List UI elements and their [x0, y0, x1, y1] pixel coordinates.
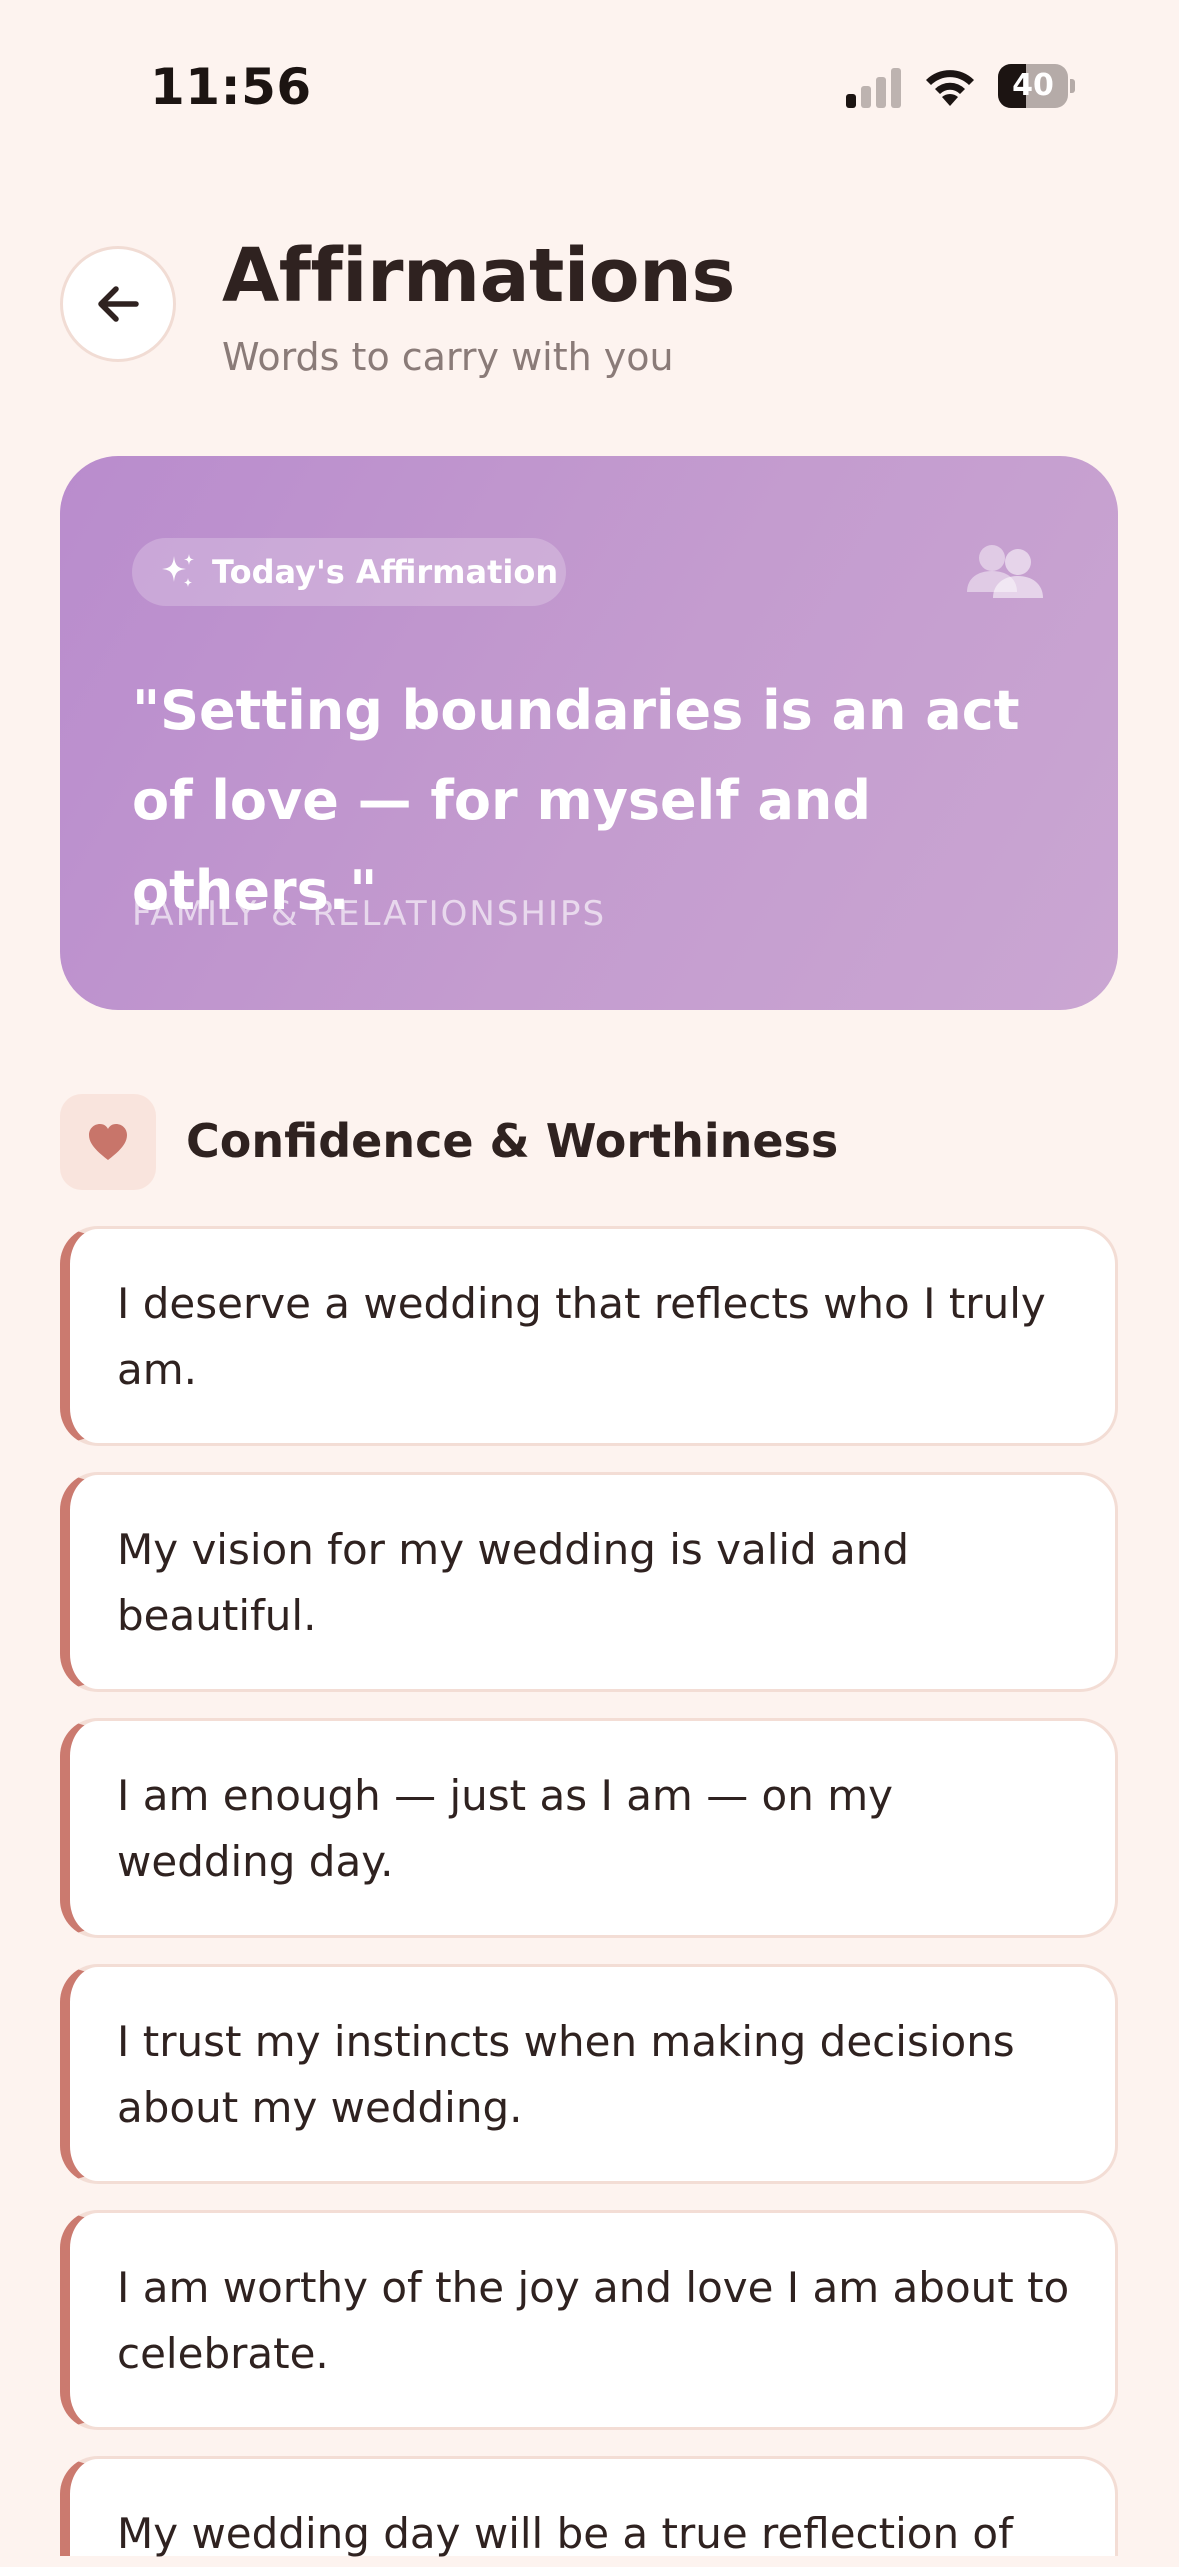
- todays-affirmation-card: Today's Affirmation "Setting boundaries …: [60, 456, 1118, 1010]
- affirmation-text: My vision for my wedding is valid and be…: [117, 1525, 910, 1640]
- affirmation-card[interactable]: I trust my instincts when making decisio…: [60, 1964, 1118, 2184]
- people-icon: [967, 545, 1043, 598]
- back-button[interactable]: [60, 246, 176, 362]
- affirmation-card[interactable]: I am worthy of the joy and love I am abo…: [60, 2210, 1118, 2430]
- cellular-signal-icon: [846, 66, 904, 108]
- affirmation-card[interactable]: My wedding day will be a true reflection…: [60, 2456, 1118, 2558]
- affirmation-card[interactable]: I am enough — just as I am — on my weddi…: [60, 1718, 1118, 1938]
- affirmation-text: I am enough — just as I am — on my weddi…: [117, 1771, 893, 1886]
- affirmation-text: I deserve a wedding that reflects who I …: [117, 1279, 1046, 1394]
- affirmation-text: My wedding day will be a true reflection…: [117, 2509, 1013, 2558]
- page-subtitle: Words to carry with you: [222, 335, 674, 379]
- badge-label: Today's Affirmation: [212, 553, 559, 591]
- status-time: 11:56: [150, 58, 312, 116]
- todays-affirmation-badge: Today's Affirmation: [132, 538, 566, 606]
- page-title: Affirmations: [222, 233, 735, 319]
- featured-category: FAMILY & RELATIONSHIPS: [132, 894, 607, 934]
- sparkles-icon: [162, 554, 194, 587]
- wifi-icon: [926, 70, 974, 106]
- status-bar: 11:56 40: [0, 0, 1179, 170]
- affirmation-card[interactable]: My vision for my wedding is valid and be…: [60, 1472, 1118, 1692]
- affirmation-card[interactable]: I deserve a wedding that reflects who I …: [60, 1226, 1118, 1446]
- section-title: Confidence & Worthiness: [186, 1114, 839, 1168]
- battery-level: 40: [1012, 68, 1054, 103]
- section-icon: [60, 1094, 156, 1190]
- battery-icon: 40: [998, 64, 1075, 108]
- affirmation-text: I am worthy of the joy and love I am abo…: [117, 2263, 1070, 2378]
- arrow-left-icon: [98, 286, 139, 322]
- affirmation-text: I trust my instincts when making decisio…: [117, 2017, 1015, 2132]
- heart-icon: [89, 1124, 127, 1160]
